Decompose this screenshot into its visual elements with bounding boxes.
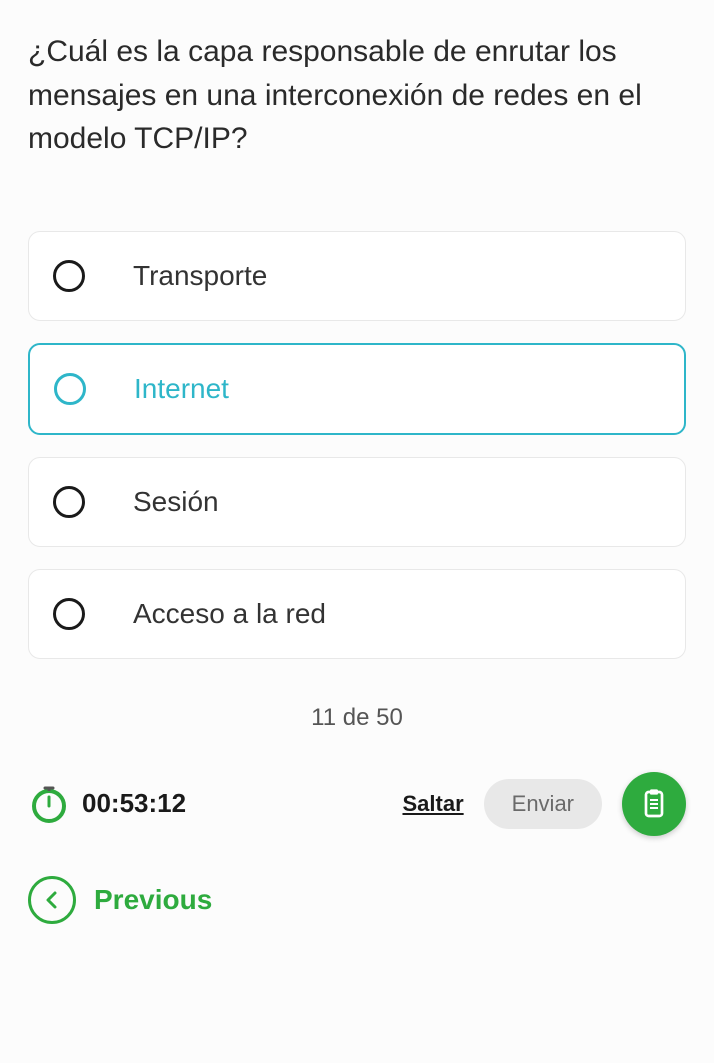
clipboard-button[interactable] [622,772,686,836]
nav-section: Previous [28,876,686,924]
option-label: Acceso a la red [133,598,326,630]
radio-icon [53,598,85,630]
option-internet[interactable]: Internet [28,343,686,435]
option-label: Transporte [133,260,267,292]
radio-icon [53,260,85,292]
footer-actions: Saltar Enviar [402,772,686,836]
option-acceso-red[interactable]: Acceso a la red [28,569,686,659]
radio-icon [53,486,85,518]
option-sesion[interactable]: Sesión [28,457,686,547]
question-text: ¿Cuál es la capa responsable de enrutar … [28,30,686,161]
clipboard-icon [638,788,670,820]
previous-label[interactable]: Previous [94,884,212,916]
progress-text: 11 de 50 [28,704,686,732]
options-list: Transporte Internet Sesión Acceso a la r… [28,231,686,659]
chevron-left-icon [42,890,62,910]
footer-bar: 00:53:12 Saltar Enviar [28,762,686,846]
option-transporte[interactable]: Transporte [28,231,686,321]
option-label: Sesión [133,486,219,518]
stopwatch-icon [28,783,70,825]
option-label: Internet [134,373,229,405]
radio-icon [54,373,86,405]
submit-button[interactable]: Enviar [484,779,602,829]
skip-button[interactable]: Saltar [402,791,463,817]
timer-value: 00:53:12 [82,788,186,819]
previous-arrow-button[interactable] [28,876,76,924]
timer-section: 00:53:12 [28,783,186,825]
